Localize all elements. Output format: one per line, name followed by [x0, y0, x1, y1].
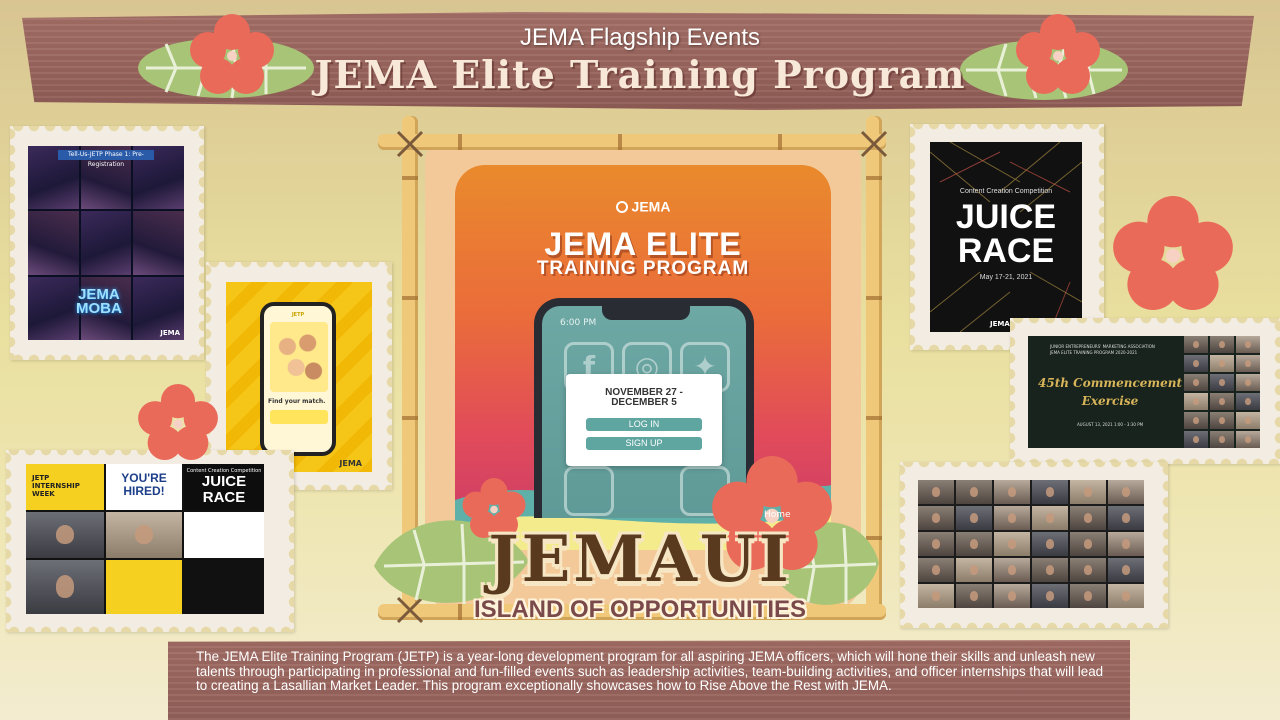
hibiscus-icon [138, 384, 218, 460]
app-icon-placeholder [564, 466, 614, 516]
brand-logo: JEMAUI [488, 522, 792, 597]
page-title: JEMA Elite Training Program [314, 52, 966, 97]
commencement-org: JUNIOR ENTREPRENEURS' MARKETING ASSOCIAT… [1050, 344, 1155, 349]
rope-knot-icon [860, 130, 888, 158]
stamp-juice-race: Content Creation Competition JUICE RACE … [910, 124, 1104, 350]
moba-corner-logo: JEMA [160, 329, 180, 337]
moba-photo: Tell-Us-JETP Phase 1: Pre-Registration J… [28, 146, 184, 340]
poster-logo: JEMA [425, 196, 861, 215]
signup-button[interactable]: SIGN UP [586, 437, 702, 450]
seal-icon [615, 200, 628, 213]
stamp-commencement: JUNIOR ENTREPRENEURS' MARKETING ASSOCIAT… [1010, 318, 1280, 464]
juice-title-line2: RACE [957, 232, 1055, 270]
juice-dates: May 17-21, 2021 [979, 274, 1033, 281]
moba-banner: Tell-Us-JETP Phase 1: Pre-Registration [58, 150, 154, 168]
home-note: Home [764, 510, 791, 520]
commencement-title-line2: Exercise [1081, 394, 1139, 408]
commencement-video-grid [1184, 336, 1260, 448]
commencement-photo: JUNIOR ENTREPRENEURS' MARKETING ASSOCIAT… [1028, 336, 1260, 448]
phone-time: 6:00 PM [560, 318, 597, 328]
login-card: NOVEMBER 27 - DECEMBER 5 LOG IN SIGN UP [566, 374, 722, 466]
video-call-photo [918, 480, 1144, 608]
stamp-collage: JETP INTERNSHIP WEEK YOU'RE HIRED! Conte… [6, 450, 294, 632]
collage-photo: JETP INTERNSHIP WEEK YOU'RE HIRED! Conte… [26, 464, 264, 614]
phone-app-photo: JETP Find your match. JEMA [226, 282, 372, 472]
collage-tile-internship: JETP INTERNSHIP WEEK [26, 464, 104, 510]
juice-title-line1: JUICE [955, 198, 1057, 236]
login-button[interactable]: LOG IN [586, 418, 702, 431]
commencement-date: AUGUST 13, 2021 1:00 - 3:30 PM [1076, 422, 1144, 427]
header-subtitle: JEMA Flagship Events [519, 24, 761, 51]
hibiscus-icon [1113, 196, 1233, 310]
collage-tile-juice: Content Creation Competition JUICE RACE [184, 464, 264, 510]
commencement-program: JEMA ELITE TRAINING PROGRAM 2020-2021 [1050, 350, 1138, 355]
program-description: The JEMA Elite Training Program (JETP) i… [196, 649, 1104, 693]
brand-tagline: ISLAND OF OPPORTUNITIES [473, 596, 806, 623]
phone-corner-logo: JEMA [339, 459, 362, 468]
stamp-video-call [900, 462, 1168, 628]
rope-knot-icon [396, 130, 424, 158]
juice-race-photo: Content Creation Competition JUICE RACE … [930, 142, 1082, 332]
juice-corner-logo: JEMA [990, 320, 1010, 328]
bamboo-top [378, 134, 886, 150]
stamp-moba: Tell-Us-JETP Phase 1: Pre-Registration J… [10, 126, 204, 360]
juice-kicker: Content Creation Competition [959, 188, 1053, 195]
small-phone: JETP Find your match. [260, 302, 336, 456]
moba-logo: JEMA MOBA [76, 286, 122, 317]
event-date: NOVEMBER 27 - DECEMBER 5 [605, 387, 683, 408]
collage-tile-hired: YOU'RE HIRED! [106, 464, 182, 510]
commencement-title-line1: 45th Commencement [1038, 376, 1182, 390]
poster-title-line2: TRAINING PROGRAM [536, 258, 750, 279]
phone-caption: Find your match. [268, 398, 326, 405]
